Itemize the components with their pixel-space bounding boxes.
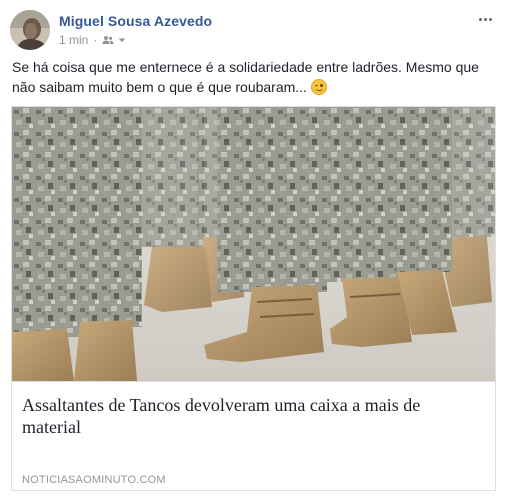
post-options-button[interactable] (475, 12, 495, 26)
post-meta: 1 min · (59, 33, 127, 47)
friends-icon (102, 36, 114, 44)
chevron-down-icon (118, 38, 126, 42)
author-name[interactable]: Miguel Sousa Azevedo (59, 13, 212, 29)
meta-separator: · (93, 33, 98, 47)
post-timestamp[interactable]: 1 min (59, 33, 88, 47)
winking-face-emoji-icon (310, 78, 327, 95)
link-domain: NOTICIASAOMINUTO.COM (22, 474, 166, 486)
link-preview-body[interactable]: Assaltantes de Tancos devolveram uma cai… (12, 381, 495, 490)
avatar[interactable] (10, 10, 50, 50)
link-title[interactable]: Assaltantes de Tancos devolveram uma cai… (22, 394, 482, 438)
soldiers-boots-photo (12, 107, 495, 381)
avatar-photo (10, 10, 50, 50)
post-text: Se há coisa que me enternece é a solidar… (12, 58, 496, 97)
audience-selector[interactable] (102, 35, 127, 45)
feed-post: Miguel Sousa Azevedo 1 min · Se há coisa… (0, 0, 506, 499)
more-dot-icon (488, 17, 492, 21)
link-preview-image[interactable] (12, 107, 495, 381)
more-dot-icon (478, 17, 482, 21)
link-preview-card[interactable]: Assaltantes de Tancos devolveram uma cai… (11, 106, 496, 491)
more-dot-icon (483, 17, 487, 21)
post-message: Se há coisa que me enternece é a solidar… (12, 59, 479, 95)
